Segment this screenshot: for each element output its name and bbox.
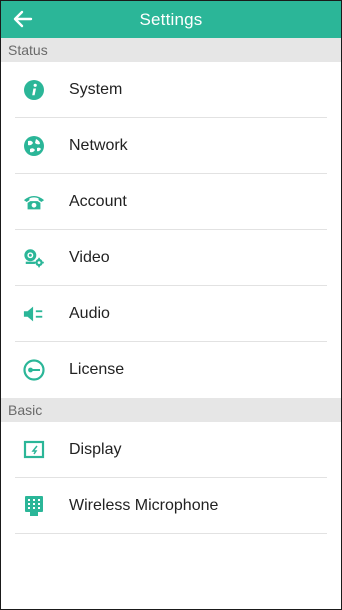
menu-item-video[interactable]: Video	[1, 230, 341, 286]
video-camera-gear-icon	[23, 247, 45, 269]
menu-item-network[interactable]: Network	[1, 118, 341, 174]
menu-item-audio[interactable]: Audio	[1, 286, 341, 342]
wireless-microphone-icon	[23, 495, 45, 517]
menu-item-label: Display	[69, 441, 122, 458]
license-key-icon	[23, 359, 45, 381]
menu-item-wireless-microphone[interactable]: Wireless Microphone	[1, 478, 341, 534]
title-bar: Settings	[1, 1, 341, 38]
section-header-status: Status	[1, 38, 341, 62]
menu-item-license[interactable]: License	[1, 342, 341, 398]
menu-item-label: System	[69, 81, 123, 98]
phone-icon	[23, 191, 45, 213]
back-arrow-icon	[13, 10, 33, 28]
status-menu-list: System Network Account Video Audio Licen…	[1, 62, 341, 398]
info-icon	[23, 79, 45, 101]
settings-screen: Settings Status System Network Account V…	[0, 0, 342, 610]
menu-item-label: Account	[69, 193, 127, 210]
display-icon	[23, 439, 45, 461]
menu-item-account[interactable]: Account	[1, 174, 341, 230]
network-globe-icon	[23, 135, 45, 157]
menu-item-system[interactable]: System	[1, 62, 341, 118]
menu-item-label: Wireless Microphone	[69, 497, 219, 514]
menu-item-display[interactable]: Display	[1, 422, 341, 478]
menu-item-label: License	[69, 361, 125, 378]
menu-item-label: Video	[69, 249, 110, 266]
section-header-basic: Basic	[1, 398, 341, 422]
back-button[interactable]	[10, 7, 36, 31]
menu-item-label: Audio	[69, 305, 110, 322]
menu-item-label: Network	[69, 137, 128, 154]
speaker-icon	[23, 303, 45, 325]
page-title: Settings	[139, 9, 203, 29]
basic-menu-list: Display Wireless Microphone	[1, 422, 341, 534]
